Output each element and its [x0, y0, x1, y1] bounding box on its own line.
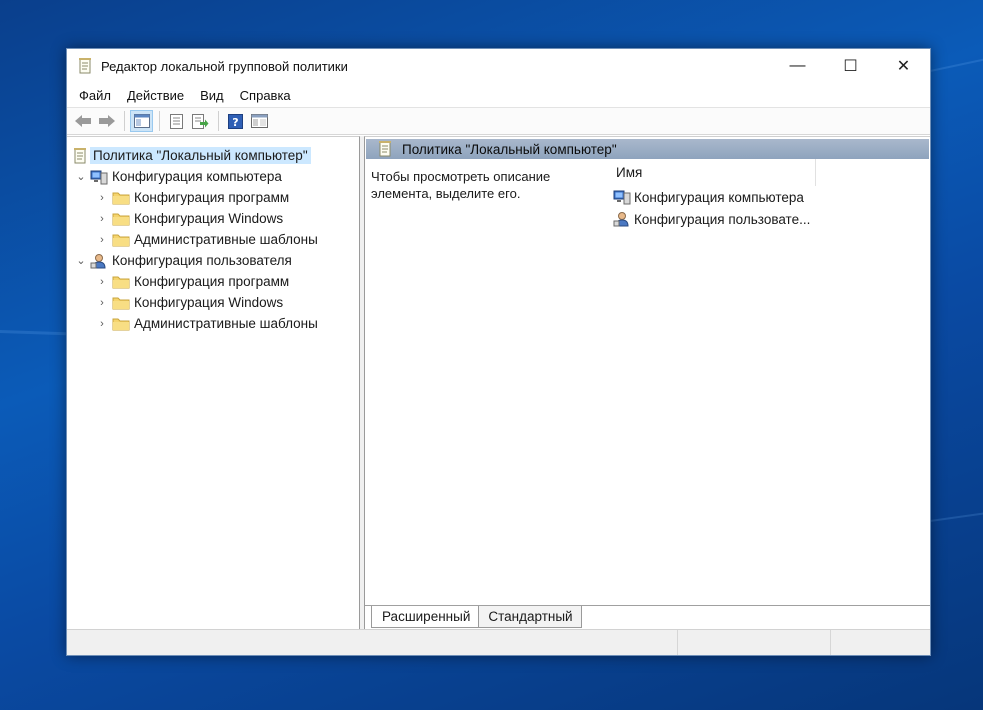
description-text: Чтобы просмотреть описание элемента, выд…	[365, 159, 610, 605]
tree-item-label: Административные шаблоны	[134, 316, 318, 331]
menu-file[interactable]: Файл	[71, 88, 119, 103]
show-hide-tree-button[interactable]	[130, 110, 153, 132]
tree-item-computer-software[interactable]: › Конфигурация программ	[67, 187, 359, 208]
folder-icon	[112, 316, 130, 332]
details-list[interactable]: Имя Конфигурация компьютера Конфигурация…	[610, 159, 930, 605]
computer-icon	[613, 189, 631, 205]
details-pane: Политика "Локальный компьютер" Чтобы про…	[364, 136, 930, 629]
properties-button[interactable]	[165, 110, 188, 132]
view-tabs: Расширенный Стандартный	[365, 605, 930, 629]
tab-extended[interactable]: Расширенный	[371, 606, 480, 628]
policy-document-icon	[71, 147, 89, 164]
tree-item-user-config[interactable]: ⌄ Конфигурация пользователя	[67, 250, 359, 271]
console-tree[interactable]: Политика "Локальный компьютер" ⌄ Конфигу…	[67, 136, 360, 629]
chevron-right-icon[interactable]: ›	[96, 318, 108, 330]
forward-arrow-icon	[98, 115, 115, 127]
computer-icon	[90, 169, 108, 185]
tab-standard[interactable]: Стандартный	[477, 606, 582, 628]
details-header-title: Политика "Локальный компьютер"	[402, 141, 617, 157]
list-item-computer-config[interactable]: Конфигурация компьютера	[610, 186, 930, 208]
chevron-down-icon[interactable]: ⌄	[75, 255, 87, 267]
user-icon	[90, 253, 108, 269]
menu-help[interactable]: Справка	[232, 88, 299, 103]
menu-view[interactable]: Вид	[192, 88, 232, 103]
back-button[interactable]	[71, 110, 94, 132]
toolbar-separator	[124, 111, 125, 131]
toolbar-separator	[218, 111, 219, 131]
list-item-label: Конфигурация пользовате...	[634, 211, 811, 227]
tree-item-computer-admin-templates[interactable]: › Административные шаблоны	[67, 229, 359, 250]
content-area: Политика "Локальный компьютер" ⌄ Конфигу…	[67, 136, 930, 629]
desktop-light-ray	[930, 53, 983, 72]
tree-item-computer-config[interactable]: ⌄ Конфигурация компьютера	[67, 166, 359, 187]
tree-item-label: Конфигурация пользователя	[112, 253, 292, 268]
tree-item-label: Конфигурация Windows	[134, 211, 284, 226]
details-header: Политика "Локальный компьютер"	[366, 139, 929, 159]
status-cell	[678, 630, 831, 655]
status-cell	[67, 630, 678, 655]
back-arrow-icon	[74, 115, 91, 127]
folder-icon	[112, 295, 130, 311]
tree-item-label: Конфигурация программ	[134, 274, 290, 289]
column-header-name[interactable]: Имя	[610, 159, 816, 186]
desktop-light-ray	[0, 330, 66, 336]
close-button[interactable]: ✕	[877, 49, 930, 83]
details-body: Чтобы просмотреть описание элемента, выд…	[365, 159, 930, 605]
tree-item-label: Конфигурация компьютера	[112, 169, 282, 184]
policy-document-icon	[376, 141, 394, 157]
tree-item-user-software[interactable]: › Конфигурация программ	[67, 271, 359, 292]
description-line: элемента, выделите его.	[371, 186, 521, 201]
toolbar: ?	[67, 107, 930, 135]
window-controls: — ☐ ✕	[771, 49, 930, 83]
menu-bar: Файл Действие Вид Справка	[67, 83, 930, 107]
show-hide-tree-icon	[133, 114, 150, 128]
extended-view-button[interactable]	[248, 110, 271, 132]
tree-item-root[interactable]: Политика "Локальный компьютер"	[67, 145, 359, 166]
toolbar-separator	[159, 111, 160, 131]
tree-item-user-windows[interactable]: › Конфигурация Windows	[67, 292, 359, 313]
tree-item-label: Конфигурация программ	[134, 190, 290, 205]
window-title: Редактор локальной групповой политики	[101, 58, 348, 74]
folder-icon	[112, 274, 130, 290]
maximize-button[interactable]: ☐	[824, 49, 877, 83]
properties-icon	[170, 113, 183, 129]
chevron-right-icon[interactable]: ›	[96, 276, 108, 288]
status-bar	[67, 629, 930, 655]
title-bar[interactable]: Редактор локальной групповой политики — …	[67, 49, 930, 83]
menu-action[interactable]: Действие	[119, 88, 192, 103]
help-button[interactable]: ?	[224, 110, 247, 132]
chevron-right-icon[interactable]: ›	[96, 297, 108, 309]
tree-item-label: Конфигурация Windows	[134, 295, 284, 310]
folder-icon	[112, 232, 130, 248]
list-item-label: Конфигурация компьютера	[634, 189, 804, 205]
chevron-right-icon[interactable]: ›	[96, 234, 108, 246]
tree-item-label: Административные шаблоны	[134, 232, 318, 247]
export-list-button[interactable]	[189, 110, 212, 132]
folder-icon	[112, 211, 130, 227]
folder-icon	[112, 190, 130, 206]
chevron-right-icon[interactable]: ›	[96, 192, 108, 204]
minimize-button[interactable]: —	[771, 49, 824, 83]
tree-item-label: Политика "Локальный компьютер"	[90, 147, 311, 164]
gpedit-window: Редактор локальной групповой политики — …	[66, 48, 931, 656]
extended-view-icon	[251, 114, 268, 128]
status-cell	[831, 630, 930, 655]
help-icon: ?	[228, 113, 243, 129]
forward-button[interactable]	[95, 110, 118, 132]
desktop-light-ray	[930, 508, 983, 522]
chevron-right-icon[interactable]: ›	[96, 213, 108, 225]
export-list-icon	[192, 113, 209, 129]
gpedit-app-icon	[76, 58, 94, 74]
list-item-user-config[interactable]: Конфигурация пользовате...	[610, 208, 930, 230]
tree-item-computer-windows[interactable]: › Конфигурация Windows	[67, 208, 359, 229]
svg-text:?: ?	[232, 116, 238, 129]
tree-item-user-admin-templates[interactable]: › Административные шаблоны	[67, 313, 359, 334]
description-line: Чтобы просмотреть описание	[371, 169, 551, 184]
chevron-down-icon[interactable]: ⌄	[75, 171, 87, 183]
user-icon	[613, 211, 631, 227]
